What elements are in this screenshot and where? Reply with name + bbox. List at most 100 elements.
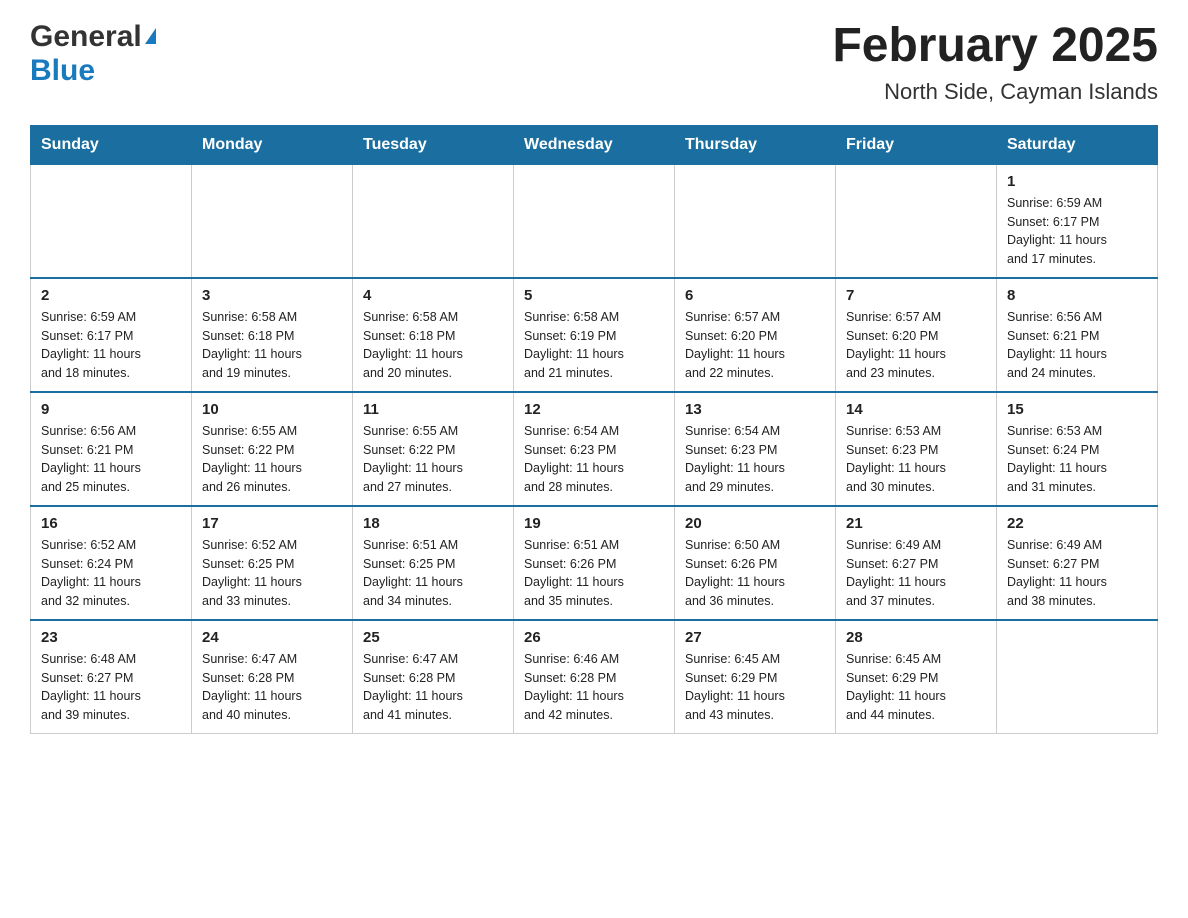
table-row: 23 Sunrise: 6:48 AM Sunset: 6:27 PM Dayli…	[31, 620, 192, 734]
day-info: Sunrise: 6:45 AM Sunset: 6:29 PM Dayligh…	[685, 650, 825, 725]
table-row: 3 Sunrise: 6:58 AM Sunset: 6:18 PM Daylig…	[192, 278, 353, 392]
table-row: 21 Sunrise: 6:49 AM Sunset: 6:27 PM Dayli…	[836, 506, 997, 620]
day-info: Sunrise: 6:57 AM Sunset: 6:20 PM Dayligh…	[846, 308, 986, 383]
day-number: 13	[685, 401, 825, 418]
day-info: Sunrise: 6:50 AM Sunset: 6:26 PM Dayligh…	[685, 536, 825, 611]
day-number: 15	[1007, 401, 1147, 418]
table-row: 19Sunrise: 6:51 AM Sunset: 6:26 PM Dayli…	[514, 506, 675, 620]
calendar-week-row: 9Sunrise: 6:56 AM Sunset: 6:21 PM Daylig…	[31, 392, 1158, 506]
day-info: Sunrise: 6:52 AM Sunset: 6:25 PM Dayligh…	[202, 536, 342, 611]
calendar-week-row: 16 Sunrise: 6:52 AM Sunset: 6:24 PM Dayli…	[31, 506, 1158, 620]
day-number: 28	[846, 629, 986, 646]
day-number: 3	[202, 287, 342, 304]
day-number: 16	[41, 515, 181, 532]
table-row	[353, 164, 514, 278]
day-info: Sunrise: 6:47 AM Sunset: 6:28 PM Dayligh…	[202, 650, 342, 725]
day-number: 25	[363, 629, 503, 646]
day-number: 27	[685, 629, 825, 646]
table-row	[997, 620, 1158, 734]
day-info: Sunrise: 6:54 AM Sunset: 6:23 PM Dayligh…	[524, 422, 664, 497]
day-info: Sunrise: 6:45 AM Sunset: 6:29 PM Dayligh…	[846, 650, 986, 725]
table-row	[192, 164, 353, 278]
table-row: 10 Sunrise: 6:55 AM Sunset: 6:22 PM Dayli…	[192, 392, 353, 506]
day-number: 12	[524, 401, 664, 418]
table-row: 13 Sunrise: 6:54 AM Sunset: 6:23 PM Dayli…	[675, 392, 836, 506]
day-info: Sunrise: 6:58 AM Sunset: 6:18 PM Dayligh…	[363, 308, 503, 383]
logo-triangle-icon	[145, 28, 156, 44]
day-info: Sunrise: 6:58 AM Sunset: 6:18 PM Dayligh…	[202, 308, 342, 383]
table-row: 16 Sunrise: 6:52 AM Sunset: 6:24 PM Dayli…	[31, 506, 192, 620]
day-number: 10	[202, 401, 342, 418]
day-info: Sunrise: 6:55 AM Sunset: 6:22 PM Dayligh…	[202, 422, 342, 497]
col-saturday: Saturday	[997, 125, 1158, 164]
table-row: 6 Sunrise: 6:57 AM Sunset: 6:20 PM Daylig…	[675, 278, 836, 392]
table-row: 9Sunrise: 6:56 AM Sunset: 6:21 PM Daylig…	[31, 392, 192, 506]
table-row: 17 Sunrise: 6:52 AM Sunset: 6:25 PM Dayli…	[192, 506, 353, 620]
day-info: Sunrise: 6:59 AM Sunset: 6:17 PM Dayligh…	[41, 308, 181, 383]
day-info: Sunrise: 6:49 AM Sunset: 6:27 PM Dayligh…	[1007, 536, 1147, 611]
calendar-week-row: 23 Sunrise: 6:48 AM Sunset: 6:27 PM Dayli…	[31, 620, 1158, 734]
table-row: 25 Sunrise: 6:47 AM Sunset: 6:28 PM Dayli…	[353, 620, 514, 734]
table-row: 12 Sunrise: 6:54 AM Sunset: 6:23 PM Dayli…	[514, 392, 675, 506]
calendar-subtitle: North Side, Cayman Islands	[832, 79, 1158, 105]
col-monday: Monday	[192, 125, 353, 164]
day-number: 5	[524, 287, 664, 304]
calendar-week-row: 1 Sunrise: 6:59 AM Sunset: 6:17 PM Daylig…	[31, 164, 1158, 278]
table-row: 22 Sunrise: 6:49 AM Sunset: 6:27 PM Dayli…	[997, 506, 1158, 620]
calendar-table: Sunday Monday Tuesday Wednesday Thursday…	[30, 125, 1158, 734]
day-info: Sunrise: 6:54 AM Sunset: 6:23 PM Dayligh…	[685, 422, 825, 497]
col-sunday: Sunday	[31, 125, 192, 164]
table-row: 7 Sunrise: 6:57 AM Sunset: 6:20 PM Daylig…	[836, 278, 997, 392]
table-row	[675, 164, 836, 278]
day-number: 18	[363, 515, 503, 532]
table-row: 24 Sunrise: 6:47 AM Sunset: 6:28 PM Dayli…	[192, 620, 353, 734]
table-row: 27 Sunrise: 6:45 AM Sunset: 6:29 PM Dayli…	[675, 620, 836, 734]
day-info: Sunrise: 6:56 AM Sunset: 6:21 PM Dayligh…	[41, 422, 181, 497]
table-row: 5 Sunrise: 6:58 AM Sunset: 6:19 PM Daylig…	[514, 278, 675, 392]
day-info: Sunrise: 6:47 AM Sunset: 6:28 PM Dayligh…	[363, 650, 503, 725]
col-tuesday: Tuesday	[353, 125, 514, 164]
day-number: 2	[41, 287, 181, 304]
day-number: 20	[685, 515, 825, 532]
table-row: 20 Sunrise: 6:50 AM Sunset: 6:26 PM Dayli…	[675, 506, 836, 620]
table-row: 1 Sunrise: 6:59 AM Sunset: 6:17 PM Daylig…	[997, 164, 1158, 278]
calendar-week-row: 2 Sunrise: 6:59 AM Sunset: 6:17 PM Daylig…	[31, 278, 1158, 392]
day-number: 26	[524, 629, 664, 646]
day-info: Sunrise: 6:48 AM Sunset: 6:27 PM Dayligh…	[41, 650, 181, 725]
table-row: 15Sunrise: 6:53 AM Sunset: 6:24 PM Dayli…	[997, 392, 1158, 506]
day-number: 6	[685, 287, 825, 304]
day-number: 8	[1007, 287, 1147, 304]
day-info: Sunrise: 6:57 AM Sunset: 6:20 PM Dayligh…	[685, 308, 825, 383]
day-number: 7	[846, 287, 986, 304]
table-row: 26 Sunrise: 6:46 AM Sunset: 6:28 PM Dayli…	[514, 620, 675, 734]
calendar-header-row: Sunday Monday Tuesday Wednesday Thursday…	[31, 125, 1158, 164]
day-info: Sunrise: 6:52 AM Sunset: 6:24 PM Dayligh…	[41, 536, 181, 611]
col-wednesday: Wednesday	[514, 125, 675, 164]
table-row	[836, 164, 997, 278]
table-row: 2 Sunrise: 6:59 AM Sunset: 6:17 PM Daylig…	[31, 278, 192, 392]
day-info: Sunrise: 6:55 AM Sunset: 6:22 PM Dayligh…	[363, 422, 503, 497]
page-header: General Blue February 2025 North Side, C…	[30, 20, 1158, 105]
table-row	[31, 164, 192, 278]
day-number: 24	[202, 629, 342, 646]
table-row: 11Sunrise: 6:55 AM Sunset: 6:22 PM Dayli…	[353, 392, 514, 506]
title-area: February 2025 North Side, Cayman Islands	[832, 20, 1158, 105]
day-info: Sunrise: 6:59 AM Sunset: 6:17 PM Dayligh…	[1007, 194, 1147, 269]
day-info: Sunrise: 6:46 AM Sunset: 6:28 PM Dayligh…	[524, 650, 664, 725]
table-row: 28 Sunrise: 6:45 AM Sunset: 6:29 PM Dayli…	[836, 620, 997, 734]
logo-general-text: General	[30, 20, 142, 54]
table-row: 8Sunrise: 6:56 AM Sunset: 6:21 PM Daylig…	[997, 278, 1158, 392]
day-info: Sunrise: 6:58 AM Sunset: 6:19 PM Dayligh…	[524, 308, 664, 383]
table-row: 18Sunrise: 6:51 AM Sunset: 6:25 PM Dayli…	[353, 506, 514, 620]
table-row	[514, 164, 675, 278]
day-number: 1	[1007, 173, 1147, 190]
day-info: Sunrise: 6:53 AM Sunset: 6:23 PM Dayligh…	[846, 422, 986, 497]
logo-blue-text: Blue	[30, 54, 95, 88]
day-number: 17	[202, 515, 342, 532]
day-info: Sunrise: 6:49 AM Sunset: 6:27 PM Dayligh…	[846, 536, 986, 611]
table-row: 4Sunrise: 6:58 AM Sunset: 6:18 PM Daylig…	[353, 278, 514, 392]
day-number: 21	[846, 515, 986, 532]
day-number: 22	[1007, 515, 1147, 532]
logo: General Blue	[30, 20, 156, 88]
day-number: 23	[41, 629, 181, 646]
